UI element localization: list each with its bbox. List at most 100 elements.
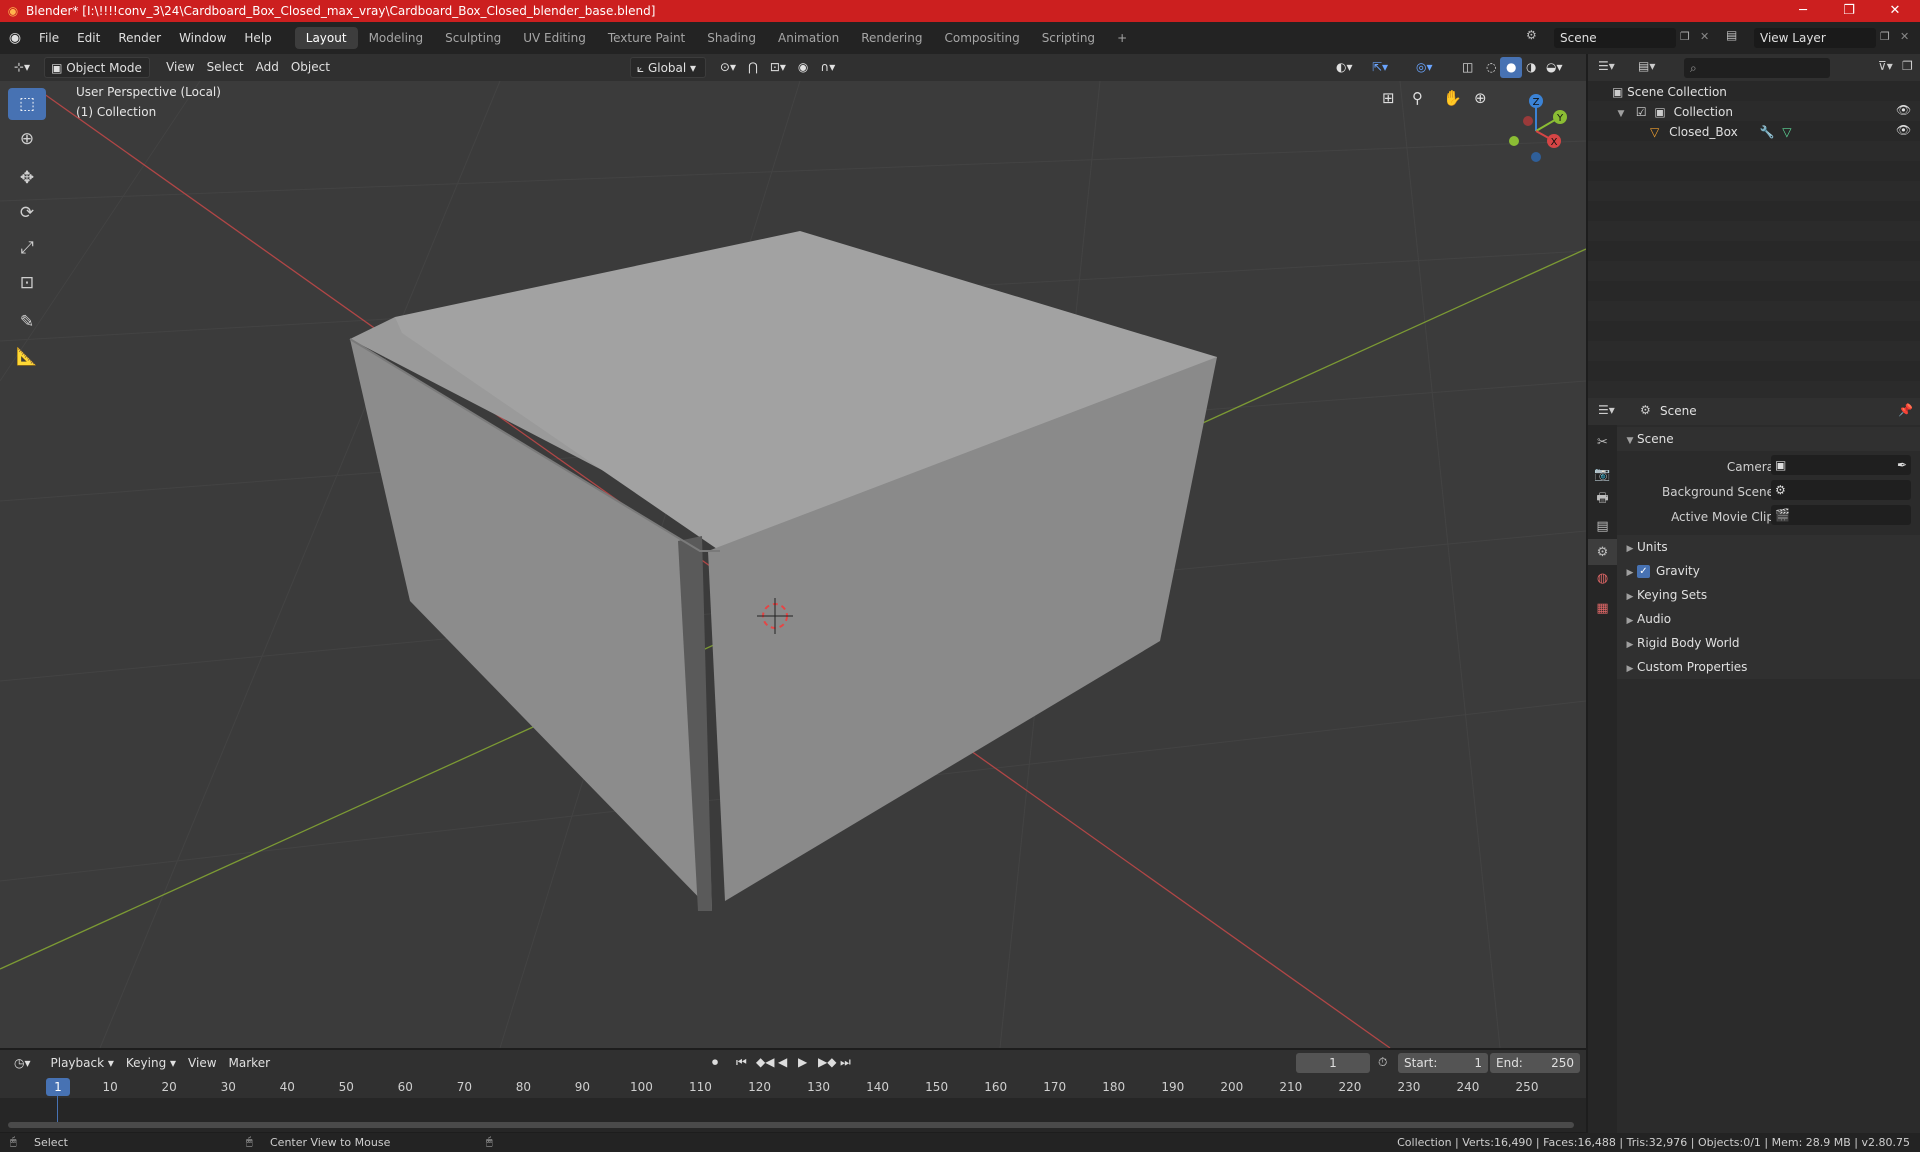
tab-texture-paint[interactable]: Texture Paint: [597, 27, 696, 49]
scene-selector[interactable]: Scene: [1554, 28, 1676, 48]
pivot-point-icon[interactable]: ⊙▾: [714, 57, 742, 78]
prev-keyframe-icon[interactable]: ◆◀: [756, 1055, 774, 1069]
proportional-edit-icon[interactable]: ◉: [792, 57, 814, 78]
menu-keying[interactable]: Keying ▾: [120, 1053, 182, 1074]
overlays-toggle-icon[interactable]: ◎▾: [1410, 57, 1439, 78]
visibility-icon[interactable]: ◐▾: [1330, 57, 1359, 78]
pan-hand-icon[interactable]: ✋: [1443, 89, 1462, 107]
movie-clip-field[interactable]: 🎬: [1771, 505, 1911, 525]
current-frame-field[interactable]: 1: [1296, 1053, 1370, 1073]
editor-type-icon[interactable]: ⊹▾: [8, 57, 36, 78]
outliner-object-row[interactable]: ▽ Closed_Box 🔧 ▽: [1636, 122, 1792, 142]
gravity-checkbox[interactable]: ✓: [1637, 565, 1650, 578]
play-icon[interactable]: ▶: [798, 1055, 807, 1069]
new-scene-icon[interactable]: ❐: [1680, 30, 1690, 43]
object-visibility-eye-icon[interactable]: 👁: [1896, 123, 1911, 137]
camera-view-icon[interactable]: ⚲: [1412, 89, 1423, 107]
playhead-frame-badge[interactable]: 1: [46, 1078, 70, 1096]
jump-start-icon[interactable]: ⏮: [736, 1055, 747, 1070]
menu-select[interactable]: Select: [201, 57, 250, 78]
tool-tab-icon[interactable]: ✂: [1588, 429, 1617, 455]
outliner-editor-type-icon[interactable]: ☰▾: [1598, 59, 1615, 73]
collection-checkbox-icon[interactable]: ☑: [1636, 105, 1647, 119]
snap-target-icon[interactable]: ⊡▾: [764, 57, 792, 78]
falloff-icon[interactable]: ∩▾: [814, 57, 841, 78]
expand-arrow-icon[interactable]: ▼: [1614, 104, 1628, 124]
render-tab-icon[interactable]: 📷: [1588, 461, 1617, 487]
next-keyframe-icon[interactable]: ▶◆: [818, 1055, 836, 1069]
snap-icon[interactable]: ⋂: [742, 57, 764, 78]
menu-view[interactable]: View: [160, 57, 200, 78]
select-box-tool-icon[interactable]: ⬚: [8, 88, 46, 120]
mode-selector[interactable]: ▣ Object Mode ▾: [44, 57, 151, 96]
rigid-body-world-panel-header[interactable]: ▶ Rigid Body World: [1617, 631, 1920, 655]
add-workspace-button[interactable]: +: [1106, 27, 1138, 49]
end-frame-field[interactable]: End: 250: [1490, 1053, 1580, 1073]
blender-menu-icon[interactable]: ◉: [0, 30, 30, 46]
audio-panel-header[interactable]: ▶ Audio: [1617, 607, 1920, 631]
view-layer-tab-icon[interactable]: ▤: [1588, 513, 1617, 539]
units-panel-header[interactable]: ▶ Units: [1617, 535, 1920, 559]
new-view-layer-icon[interactable]: ❐: [1880, 30, 1890, 43]
minimize-button[interactable]: ─: [1780, 0, 1826, 22]
menu-help[interactable]: Help: [235, 27, 280, 49]
menu-file[interactable]: File: [30, 27, 68, 49]
tab-modeling[interactable]: Modeling: [358, 27, 435, 49]
transform-tool-icon[interactable]: ⊡: [8, 267, 46, 299]
output-tab-icon[interactable]: 🖶: [1588, 487, 1617, 513]
tab-animation[interactable]: Animation: [767, 27, 850, 49]
stopwatch-icon[interactable]: ⏱: [1378, 1055, 1387, 1070]
tab-compositing[interactable]: Compositing: [933, 27, 1030, 49]
tab-shading[interactable]: Shading: [696, 27, 767, 49]
scene-panel-header[interactable]: ▼ Scene: [1617, 427, 1920, 451]
timeline-scrollbar[interactable]: [8, 1122, 1574, 1128]
display-mode-icon[interactable]: ▤▾: [1638, 59, 1655, 73]
gravity-panel-header[interactable]: ▶ ✓ Gravity: [1617, 559, 1920, 583]
rotate-tool-icon[interactable]: ⟳: [8, 197, 46, 229]
rendered-shading-icon[interactable]: ◒▾: [1540, 57, 1569, 78]
timeline-editor-type-icon[interactable]: ◷▾: [8, 1053, 37, 1074]
menu-edit[interactable]: Edit: [68, 27, 109, 49]
toggle-grid-icon[interactable]: ⊞: [1382, 89, 1395, 107]
annotate-tool-icon[interactable]: ✎: [8, 306, 46, 338]
menu-add[interactable]: Add: [250, 57, 285, 78]
zoom-icon[interactable]: ⊕: [1474, 89, 1487, 107]
scale-tool-icon[interactable]: ⤢: [8, 232, 46, 264]
custom-properties-panel-header[interactable]: ▶ Custom Properties: [1617, 655, 1920, 679]
xray-toggle-icon[interactable]: ◫: [1456, 57, 1479, 78]
timeline-ruler[interactable]: 1102030405060708090100110120130140150160…: [0, 1076, 1586, 1098]
measure-tool-icon[interactable]: 📐: [8, 341, 46, 373]
maximize-button[interactable]: ❐: [1826, 0, 1872, 22]
mesh-data-icon[interactable]: ▽: [1782, 125, 1791, 139]
tab-layout[interactable]: Layout: [294, 27, 358, 49]
outliner-collection-row[interactable]: ▼ ☑ ▣ Collection: [1614, 102, 1733, 122]
scene-icon[interactable]: ⚙: [1526, 28, 1537, 42]
collection-visibility-eye-icon[interactable]: 👁: [1896, 103, 1911, 117]
play-reverse-icon[interactable]: ◀: [778, 1055, 787, 1069]
3d-viewport[interactable]: User Perspective (Local) (1) Collection …: [0, 81, 1586, 1048]
jump-end-icon[interactable]: ⏭: [840, 1055, 851, 1070]
cursor-tool-icon[interactable]: ⊕: [8, 123, 46, 155]
menu-marker[interactable]: Marker: [223, 1053, 276, 1074]
view-layer-selector[interactable]: View Layer: [1754, 28, 1876, 48]
view-layer-icon[interactable]: ▤: [1726, 28, 1737, 42]
eyedropper-icon[interactable]: ✒: [1897, 455, 1907, 475]
tab-uv-editing[interactable]: UV Editing: [512, 27, 597, 49]
menu-playback[interactable]: Playback ▾: [45, 1053, 120, 1074]
background-scene-field[interactable]: ⚙: [1771, 480, 1911, 500]
camera-field[interactable]: ▣ ✒: [1771, 455, 1911, 475]
menu-timeline-view[interactable]: View: [182, 1053, 222, 1074]
filter-icon[interactable]: ⊽▾: [1878, 59, 1893, 73]
move-tool-icon[interactable]: ✥: [8, 162, 46, 194]
delete-scene-icon[interactable]: ✕: [1700, 30, 1709, 43]
menu-render[interactable]: Render: [109, 27, 170, 49]
properties-editor-type-icon[interactable]: ☰▾: [1598, 403, 1615, 417]
tab-sculpting[interactable]: Sculpting: [434, 27, 512, 49]
outliner-search-input[interactable]: ⌕: [1684, 58, 1830, 78]
delete-view-layer-icon[interactable]: ✕: [1900, 30, 1909, 43]
keying-sets-panel-header[interactable]: ▶ Keying Sets: [1617, 583, 1920, 607]
pin-icon[interactable]: 📌: [1898, 403, 1913, 417]
menu-object[interactable]: Object: [285, 57, 336, 78]
cardboard-box-object[interactable]: [349, 231, 1217, 911]
world-tab-icon[interactable]: ◍: [1588, 565, 1617, 591]
